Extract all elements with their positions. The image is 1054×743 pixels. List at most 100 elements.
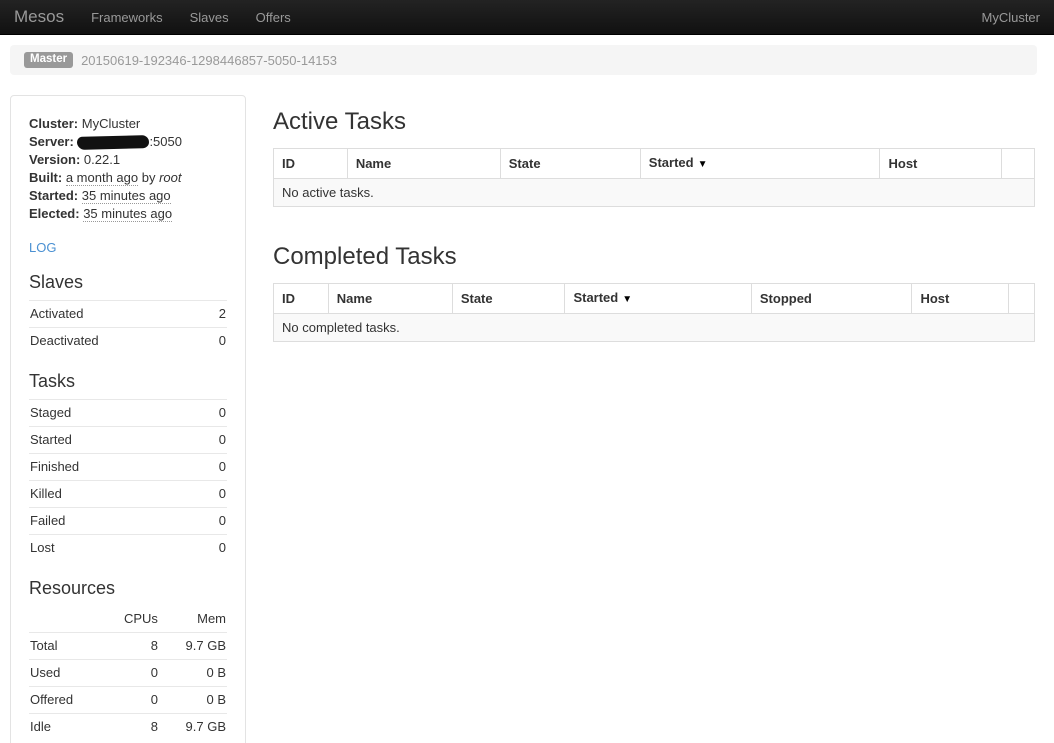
completed-col-id[interactable]: ID	[274, 284, 329, 314]
resources-cpus-header: CPUs	[101, 606, 159, 633]
resources-offered-mem: 0 B	[159, 687, 227, 714]
server-address-redaction	[77, 135, 149, 150]
table-header-row: ID Name State Started▼ Host	[274, 149, 1035, 179]
resources-offered-cpus: 0	[101, 687, 159, 714]
table-row: Killed 0	[29, 481, 227, 508]
resources-used-mem: 0 B	[159, 660, 227, 687]
started-time: 35 minutes ago	[82, 188, 171, 204]
tasks-failed-label: Failed	[29, 508, 197, 535]
tasks-started-label: Started	[29, 427, 197, 454]
resources-idle-cpus: 8	[101, 714, 159, 741]
sort-desc-icon: ▼	[622, 294, 632, 305]
table-row: Finished 0	[29, 454, 227, 481]
nav-links: Frameworks Slaves Offers	[91, 10, 291, 25]
active-col-name[interactable]: Name	[347, 149, 500, 179]
main-content: Active Tasks ID Name State Started▼ Host…	[273, 95, 1035, 342]
tasks-lost-label: Lost	[29, 535, 197, 562]
elected-label: Elected:	[29, 206, 80, 221]
navbar-cluster-name: MyCluster	[981, 10, 1040, 25]
resources-total-mem: 9.7 GB	[159, 633, 227, 660]
active-tasks-empty-message: No active tasks.	[274, 179, 1035, 207]
table-row: Total 8 9.7 GB	[29, 633, 227, 660]
slaves-section-title: Slaves	[29, 272, 227, 293]
table-row: Failed 0	[29, 508, 227, 535]
table-row: Deactivated 0	[29, 328, 227, 355]
active-col-host[interactable]: Host	[880, 149, 1002, 179]
table-row: Lost 0	[29, 535, 227, 562]
active-tasks-section: Active Tasks ID Name State Started▼ Host…	[273, 108, 1035, 207]
completed-tasks-title: Completed Tasks	[273, 243, 1035, 271]
master-id: 20150619-192346-1298446857-5050-14153	[81, 53, 337, 68]
tasks-section-title: Tasks	[29, 371, 227, 392]
version-detail: Version: 0.22.1	[29, 151, 227, 169]
slaves-deactivated-value: 0	[204, 328, 227, 355]
resources-idle-label: Idle	[29, 714, 101, 741]
tasks-started-value: 0	[197, 427, 227, 454]
table-row: Started 0	[29, 427, 227, 454]
completed-tasks-table: ID Name State Started▼ Stopped Host No c…	[273, 283, 1035, 342]
tasks-killed-value: 0	[197, 481, 227, 508]
server-label: Server:	[29, 134, 74, 149]
server-detail: Server: :5050	[29, 133, 227, 151]
tasks-staged-value: 0	[197, 400, 227, 427]
active-tasks-title: Active Tasks	[273, 108, 1035, 136]
brand-mesos[interactable]: Mesos	[14, 7, 64, 27]
table-row: Activated 2	[29, 301, 227, 328]
completed-tasks-section: Completed Tasks ID Name State Started▼ S…	[273, 243, 1035, 342]
elected-detail: Elected: 35 minutes ago	[29, 205, 227, 223]
active-col-id[interactable]: ID	[274, 149, 348, 179]
elected-time: 35 minutes ago	[83, 206, 172, 222]
cluster-label: Cluster:	[29, 116, 78, 131]
sort-desc-icon: ▼	[698, 159, 708, 170]
navbar: Mesos Frameworks Slaves Offers MyCluster	[0, 0, 1054, 35]
resources-mem-header: Mem	[159, 606, 227, 633]
completed-tasks-empty-message: No completed tasks.	[274, 314, 1035, 342]
resources-offered-label: Offered	[29, 687, 101, 714]
table-row: No completed tasks.	[274, 314, 1035, 342]
completed-col-host[interactable]: Host	[912, 284, 1009, 314]
active-col-actions	[1002, 149, 1035, 179]
master-badge: Master	[24, 52, 73, 69]
active-col-started[interactable]: Started▼	[640, 149, 880, 179]
cluster-detail: Cluster: MyCluster	[29, 115, 227, 133]
nav-item-frameworks[interactable]: Frameworks	[91, 10, 163, 25]
resources-idle-mem: 9.7 GB	[159, 714, 227, 741]
table-row: Used 0 0 B	[29, 660, 227, 687]
resources-total-label: Total	[29, 633, 101, 660]
version-value: 0.22.1	[84, 152, 120, 167]
built-by-text: by	[138, 170, 159, 185]
active-col-state[interactable]: State	[500, 149, 640, 179]
tasks-table: Staged 0 Started 0 Finished 0 Killed 0 F…	[29, 399, 227, 561]
completed-col-stopped[interactable]: Stopped	[751, 284, 912, 314]
built-user: root	[159, 170, 181, 185]
table-header-row: ID Name State Started▼ Stopped Host	[274, 284, 1035, 314]
resources-table: CPUs Mem Total 8 9.7 GB Used 0 0 B Offer…	[29, 606, 227, 740]
slaves-table: Activated 2 Deactivated 0	[29, 300, 227, 354]
table-row: No active tasks.	[274, 179, 1035, 207]
started-label: Started:	[29, 188, 78, 203]
tasks-staged-label: Staged	[29, 400, 197, 427]
cluster-value: MyCluster	[82, 116, 141, 131]
tasks-killed-label: Killed	[29, 481, 197, 508]
slaves-deactivated-label: Deactivated	[29, 328, 204, 355]
completed-col-state[interactable]: State	[452, 284, 565, 314]
table-row: Idle 8 9.7 GB	[29, 714, 227, 741]
resources-total-cpus: 8	[101, 633, 159, 660]
active-tasks-table: ID Name State Started▼ Host No active ta…	[273, 148, 1035, 207]
slaves-activated-label: Activated	[29, 301, 204, 328]
resources-corner-header	[29, 606, 101, 633]
sidebar: Cluster: MyCluster Server: :5050 Version…	[10, 95, 246, 743]
resources-section-title: Resources	[29, 578, 227, 599]
nav-item-slaves[interactable]: Slaves	[190, 10, 229, 25]
completed-col-name[interactable]: Name	[328, 284, 452, 314]
log-link[interactable]: LOG	[29, 240, 56, 255]
slaves-activated-value: 2	[204, 301, 227, 328]
built-label: Built:	[29, 170, 62, 185]
built-detail: Built: a month ago by root	[29, 169, 227, 187]
completed-col-started[interactable]: Started▼	[565, 284, 751, 314]
resources-used-label: Used	[29, 660, 101, 687]
tasks-failed-value: 0	[197, 508, 227, 535]
nav-item-offers[interactable]: Offers	[256, 10, 291, 25]
completed-col-actions	[1009, 284, 1035, 314]
version-label: Version:	[29, 152, 80, 167]
